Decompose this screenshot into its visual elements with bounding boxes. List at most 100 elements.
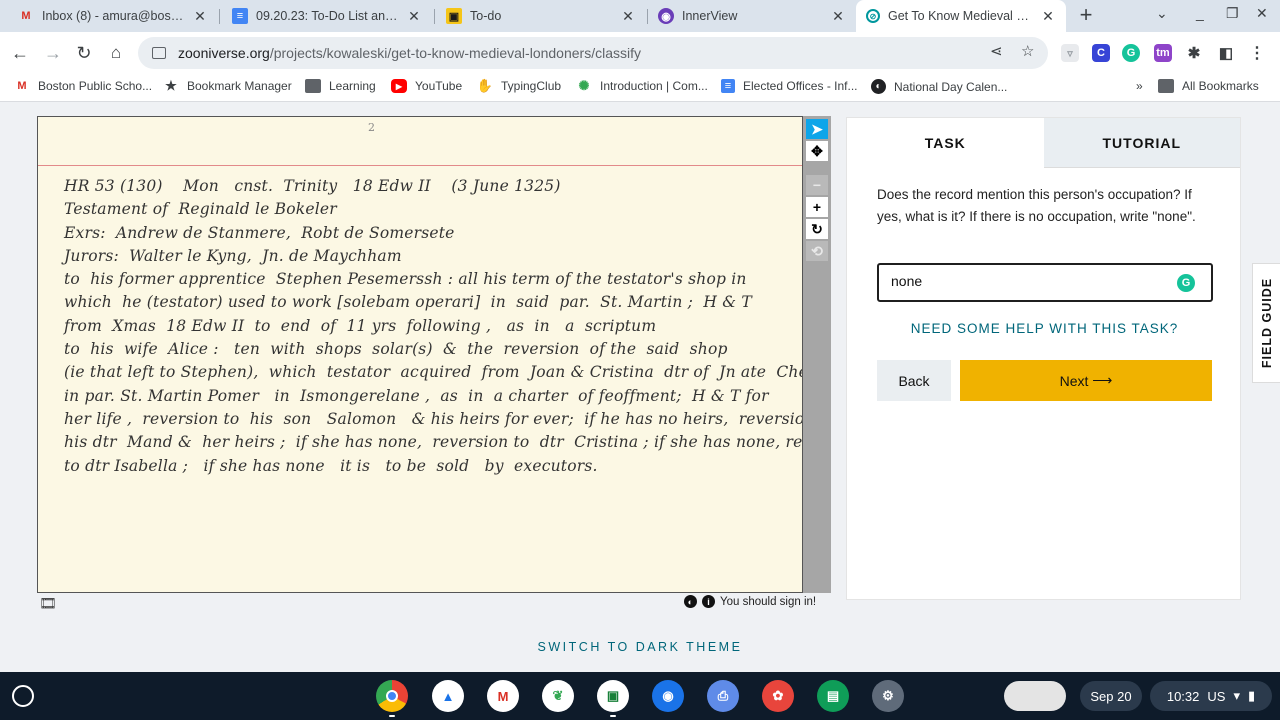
- tab-title: Inbox (8) - amura@bostonk12: [42, 9, 186, 23]
- share-icon[interactable]: ⋖: [990, 42, 1003, 60]
- new-tab-button[interactable]: +: [1074, 4, 1098, 28]
- date-tray[interactable]: Sep 20: [1080, 681, 1142, 711]
- tab-title: InnerView: [682, 9, 738, 23]
- zoom-out-icon[interactable]: −: [806, 175, 828, 195]
- task-help-link[interactable]: NEED SOME HELP WITH THIS TASK?: [847, 321, 1242, 336]
- reader-icon[interactable]: ▤: [817, 680, 849, 712]
- bookmark-item[interactable]: ◐ National Day Calen...: [871, 79, 1007, 94]
- subject-image-viewer[interactable]: 2 HR 53 (130) Mon cnst. Trinity 18 Edw I…: [37, 116, 803, 593]
- ruled-line: [38, 165, 802, 166]
- transcription-line: to his former apprentice Stephen Pesemer…: [64, 270, 747, 289]
- reload-icon[interactable]: ↻: [72, 41, 96, 65]
- tab-title: Get To Know Medieval Lond: [888, 9, 1034, 23]
- bookmarks-bar: M Boston Public Scho... ★ Bookmark Manag…: [0, 74, 1280, 102]
- bookmark-item[interactable]: ▶ YouTube: [391, 79, 462, 93]
- bookmark-label: YouTube: [415, 79, 463, 93]
- bookmark-label: Introduction | Com...: [600, 79, 708, 93]
- tab-todo-doc[interactable]: ≡ 09.20.23: To-Do List and Re ✕: [222, 0, 432, 32]
- grammarly-icon[interactable]: G: [1177, 274, 1195, 292]
- transcription-line: his dtr Mand & her heirs ; if she has no…: [64, 433, 803, 452]
- site-info-icon[interactable]: [152, 47, 166, 59]
- bookmark-label: National Day Calen...: [894, 79, 1008, 94]
- transcription-line: Jurors: Walter le Kyng, Jn. de Maychham: [64, 246, 402, 265]
- url-path: /projects/kowaleski/get-to-know-medieval…: [269, 45, 641, 61]
- google-drive-icon[interactable]: ▲: [432, 680, 464, 712]
- extension-tm-icon[interactable]: tm: [1154, 44, 1172, 62]
- chrome-icon[interactable]: [376, 680, 408, 712]
- shield-extension-icon[interactable]: ▿: [1061, 44, 1079, 62]
- folder-icon: [305, 79, 321, 93]
- occupation-answer-field[interactable]: none G: [877, 263, 1213, 302]
- bookmark-item[interactable]: ★ Bookmark Manager: [163, 78, 292, 93]
- transcription-line: which he (testator) used to work [soleba…: [64, 293, 752, 312]
- home-icon[interactable]: ⌂: [104, 41, 128, 65]
- transcription-line: in par. St. Martin Pomer in Ismongerelan…: [64, 386, 769, 405]
- settings-icon[interactable]: ⚙: [872, 680, 904, 712]
- extension-c-icon[interactable]: C: [1092, 44, 1110, 62]
- tab-innerview[interactable]: ◉ InnerView ✕: [648, 0, 856, 32]
- holding-space-thumbnails[interactable]: [1004, 681, 1066, 711]
- print-icon[interactable]: ⎙: [707, 680, 739, 712]
- restore-icon[interactable]: ❐: [1226, 5, 1239, 22]
- close-icon[interactable]: ✕: [620, 8, 636, 25]
- tab-todo[interactable]: ▣ To-do ✕: [436, 0, 646, 32]
- bookmark-label: Elected Offices - Inf...: [743, 79, 858, 93]
- bookmark-star-icon[interactable]: ☆: [1021, 42, 1034, 60]
- address-bar[interactable]: zooniverse.org/projects/kowaleski/get-to…: [138, 37, 1048, 69]
- bookmarks-overflow[interactable]: »: [1136, 79, 1143, 93]
- wifi-icon: ▾: [1233, 688, 1240, 703]
- switch-dark-theme-link[interactable]: SWITCH TO DARK THEME: [0, 640, 1280, 654]
- tab-inbox[interactable]: M Inbox (8) - amura@bostonk12 ✕: [8, 0, 218, 32]
- move-icon[interactable]: ✥: [806, 141, 828, 161]
- bookmark-item[interactable]: ✋ TypingClub: [477, 78, 561, 93]
- clock-time: 10:32: [1166, 688, 1200, 704]
- back-button[interactable]: Back: [877, 360, 951, 401]
- field-guide-button[interactable]: FIELD GUIDE: [1252, 263, 1280, 383]
- tab-task[interactable]: TASK: [847, 118, 1044, 168]
- camera-icon[interactable]: ◉: [652, 680, 684, 712]
- bookmark-item[interactable]: ✺ Introduction | Com...: [576, 78, 708, 93]
- next-button[interactable]: Next ⟶: [960, 360, 1212, 401]
- google-classroom-icon[interactable]: ▣: [597, 680, 629, 712]
- task-panel: TASK TUTORIAL Does the record mention th…: [846, 117, 1241, 600]
- minimize-icon[interactable]: _: [1196, 5, 1204, 21]
- bookmark-label: Boston Public Scho...: [38, 79, 153, 93]
- close-icon[interactable]: ✕: [830, 8, 846, 25]
- window-close-icon[interactable]: ✕: [1256, 5, 1268, 22]
- bookmark-item[interactable]: ≡ Elected Offices - Inf...: [721, 79, 858, 93]
- reset-icon[interactable]: ⟲: [806, 241, 828, 261]
- classroom-icon[interactable]: ❦: [542, 680, 574, 712]
- browser-tab-strip: M Inbox (8) - amura@bostonk12 ✕ ≡ 09.20.…: [0, 0, 1280, 32]
- info-icon[interactable]: i: [702, 595, 715, 608]
- browser-toolbar: ← → ↻ ⌂ zooniverse.org/projects/kowalesk…: [0, 32, 1280, 74]
- status-tray[interactable]: 10:32 US ▾ ▮: [1150, 681, 1272, 711]
- tab-zooniverse[interactable]: ⊘ Get To Know Medieval Lond ✕: [856, 0, 1066, 32]
- google-docs-icon: ≡: [232, 8, 248, 24]
- grammarly-icon[interactable]: G: [1122, 44, 1140, 62]
- url-host: zooniverse.org: [178, 45, 270, 61]
- extensions-puzzle-icon[interactable]: ✱: [1185, 44, 1203, 62]
- transcription-line: Exrs: Andrew de Stanmere, Robt de Somers…: [64, 223, 455, 242]
- forward-arrow-icon[interactable]: →: [41, 41, 65, 65]
- bookmark-item[interactable]: M Boston Public Scho...: [14, 79, 152, 93]
- pointer-icon[interactable]: ➤: [806, 119, 828, 139]
- side-panel-icon[interactable]: ◧: [1217, 44, 1235, 62]
- contrast-icon[interactable]: ◐: [684, 595, 697, 608]
- gmail-icon[interactable]: M: [487, 680, 519, 712]
- all-bookmarks[interactable]: All Bookmarks: [1158, 79, 1259, 93]
- menu-kebab-icon[interactable]: ⋮: [1248, 44, 1266, 62]
- zoom-in-icon[interactable]: +: [806, 197, 828, 217]
- back-arrow-icon[interactable]: ←: [8, 41, 32, 65]
- close-icon[interactable]: ✕: [192, 8, 208, 25]
- paint-icon[interactable]: ✿: [762, 680, 794, 712]
- tab-tutorial[interactable]: TUTORIAL: [1043, 118, 1240, 168]
- tab-search-icon[interactable]: ⌄: [1156, 5, 1168, 22]
- close-icon[interactable]: ✕: [1040, 8, 1056, 25]
- transcription-line: (ie that left to Stephen), which testato…: [64, 363, 803, 382]
- film-strip-icon[interactable]: 🎞: [39, 595, 57, 612]
- innerview-icon: ◉: [658, 8, 674, 24]
- rotate-icon[interactable]: ↻: [806, 219, 828, 239]
- launcher-icon[interactable]: [12, 685, 34, 707]
- bookmark-item[interactable]: Learning: [305, 79, 376, 93]
- close-icon[interactable]: ✕: [406, 8, 422, 25]
